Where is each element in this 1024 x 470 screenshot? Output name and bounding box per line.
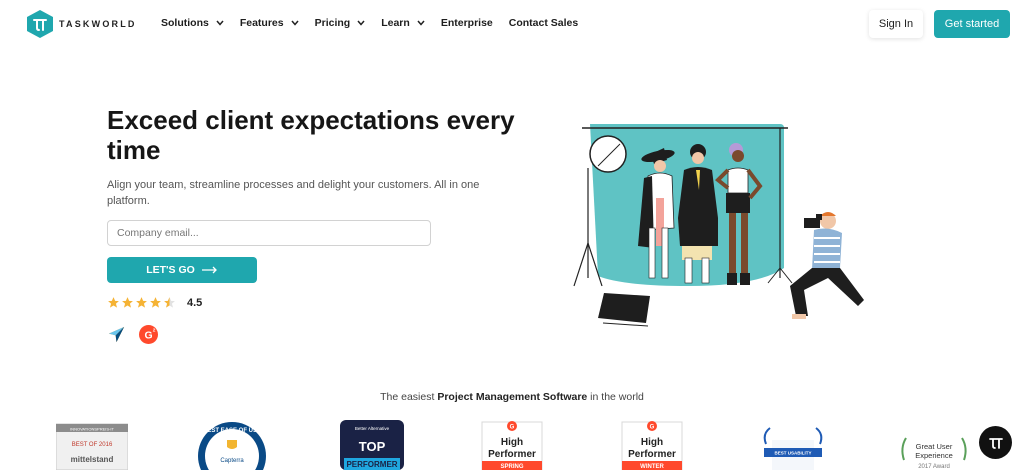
award2-line1: BEST EASE OF USE xyxy=(203,428,261,434)
award7-line2: Experience xyxy=(915,451,953,460)
arrow-right-icon xyxy=(201,266,217,274)
hero-title-bold: Exceed client expectations xyxy=(107,105,440,135)
svg-text:G: G xyxy=(510,425,515,431)
tagline-pre: The easiest xyxy=(380,391,438,403)
hero-title: Exceed client expectations every time xyxy=(107,105,527,165)
chat-launcher-button[interactable] xyxy=(979,426,1012,459)
capterra-icon[interactable] xyxy=(108,326,125,343)
award7-line1: Great User xyxy=(916,442,953,451)
nav-enterprise-label: Enterprise xyxy=(440,17,493,29)
rating-block: 4.5 xyxy=(107,296,202,309)
star-icon xyxy=(150,297,161,308)
chevron-down-icon xyxy=(291,20,299,26)
award4-line2: Performer xyxy=(488,449,536,460)
award2-line2: Capterra xyxy=(220,458,244,464)
awards-row: INNOVATIONSPREIS-IT BEST OF 2016 mittels… xyxy=(0,420,1024,470)
brand-name: TASKWORLD xyxy=(59,19,137,29)
nav-pricing-label: Pricing xyxy=(314,17,351,29)
awards-tagline: The easiest Project Management Software … xyxy=(0,391,1024,403)
lets-go-button[interactable]: LET'S GO xyxy=(107,257,257,283)
chevron-down-icon xyxy=(357,20,365,26)
award7-line3: 2017 Award xyxy=(918,464,950,470)
nav-solutions[interactable]: Solutions xyxy=(161,17,224,29)
nav-features-label: Features xyxy=(239,17,284,29)
g2-icon[interactable]: G 2 xyxy=(139,325,158,344)
nav-contact-sales[interactable]: Contact Sales xyxy=(509,17,578,29)
lets-go-label: LET'S GO xyxy=(146,264,195,276)
rating-value: 4.5 xyxy=(187,296,203,309)
hero-subtitle: Align your team, streamline processes an… xyxy=(107,179,480,207)
taskworld-hex-icon xyxy=(27,10,53,38)
company-email-input[interactable] xyxy=(107,220,431,246)
svg-text:2: 2 xyxy=(153,328,156,334)
award3-line1: Better Alternative xyxy=(355,426,390,431)
award-g2-spring: G High Performer SPRING xyxy=(481,421,543,470)
award-great-user-experience: Great User Experience 2017 Award xyxy=(901,437,967,470)
photoshoot-illustration xyxy=(573,124,864,327)
award3-line3: PERFORMER xyxy=(346,460,397,469)
award-g2-winter: G High Performer WINTER xyxy=(621,421,683,470)
half-star-icon xyxy=(164,297,175,308)
star-icon xyxy=(108,297,119,308)
award5-line1: High xyxy=(641,437,663,448)
taskworld-logo[interactable]: TASKWORLD xyxy=(27,10,137,38)
nav-learn[interactable]: Learn xyxy=(381,17,425,29)
get-started-button[interactable]: Get started xyxy=(934,10,1010,38)
rating-stars xyxy=(107,296,177,309)
sign-in-button[interactable]: Sign In xyxy=(869,10,923,38)
review-site-icons: G 2 xyxy=(108,325,158,344)
chevron-down-icon xyxy=(216,20,224,26)
award-innovationspreis: INNOVATIONSPREIS-IT BEST OF 2016 mittels… xyxy=(56,423,128,470)
chevron-down-icon xyxy=(417,20,425,26)
award-top-performer: Better Alternative TOP PERFORMER xyxy=(340,420,404,470)
nav-features[interactable]: Features xyxy=(240,17,299,29)
tagline-post: in the world xyxy=(587,391,644,403)
nav-contact-sales-label: Contact Sales xyxy=(508,17,579,29)
award6-line1: BEST USABILITY xyxy=(774,451,811,456)
award3-line2: TOP xyxy=(359,439,386,454)
award5-line2: Performer xyxy=(628,449,676,460)
tagline-bold: Project Management Software xyxy=(437,391,588,403)
star-icon xyxy=(136,297,147,308)
svg-text:G: G xyxy=(650,425,655,431)
award5-line3: WINTER xyxy=(640,464,664,470)
nav-enterprise[interactable]: Enterprise xyxy=(441,17,493,29)
star-icon xyxy=(122,297,133,308)
top-navigation: TASKWORLD Solutions Features Pricing Lea… xyxy=(0,0,1024,48)
award-capterra-ease-of-use: BEST EASE OF USE Capterra xyxy=(198,422,266,470)
chat-logo-icon xyxy=(988,437,1003,449)
award-best-usability: BEST USABILITY xyxy=(763,427,823,470)
award4-line1: High xyxy=(501,437,523,448)
award4-line3: SPRING xyxy=(500,464,523,470)
main-menu: Solutions Features Pricing Learn Enterpr… xyxy=(161,17,594,29)
svg-text:G: G xyxy=(144,330,152,341)
award1-line3: mittelstand xyxy=(71,455,114,464)
nav-solutions-label: Solutions xyxy=(161,17,209,29)
nav-learn-label: Learn xyxy=(381,17,410,29)
award1-line2: BEST OF 2016 xyxy=(72,442,113,448)
nav-pricing[interactable]: Pricing xyxy=(315,17,366,29)
award1-line1: INNOVATIONSPREIS-IT xyxy=(70,427,114,432)
